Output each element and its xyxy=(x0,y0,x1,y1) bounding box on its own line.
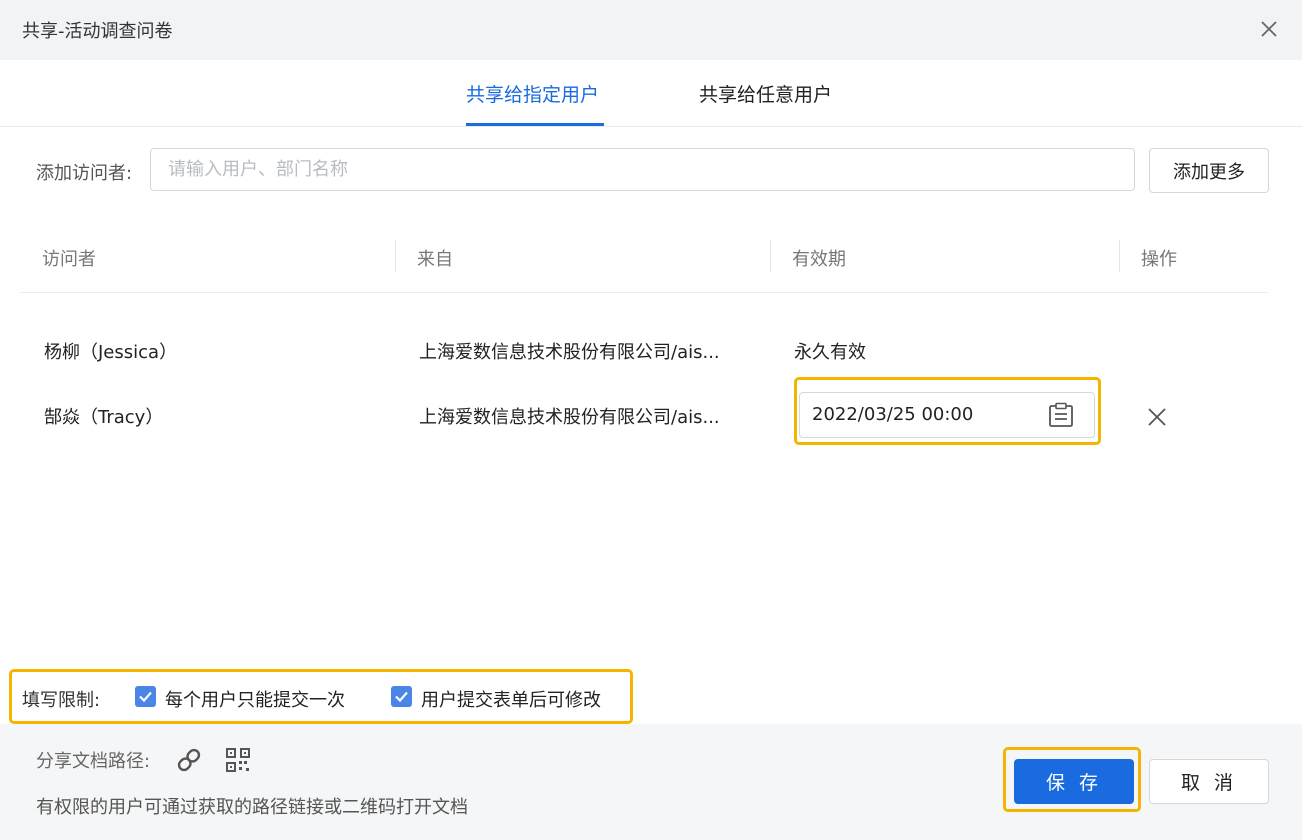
visitor-from: 上海爱数信息技术股份有限公司/ais... xyxy=(419,342,720,363)
validity-date-picker[interactable]: 2022/03/25 00:00 xyxy=(799,392,1095,438)
share-path-note: 有权限的用户可通过获取的路径链接或二维码打开文档 xyxy=(36,797,468,818)
cancel-button[interactable]: 取 消 xyxy=(1149,759,1269,804)
visitor-from: 上海爱数信息技术股份有限公司/ais... xyxy=(419,407,720,428)
table-header-divider xyxy=(20,292,1268,293)
column-header-action: 操作 xyxy=(1141,249,1177,270)
validity-date-value: 2022/03/25 00:00 xyxy=(812,404,974,425)
column-header-from: 来自 xyxy=(417,249,453,270)
share-path-label: 分享文档路径: xyxy=(36,751,151,772)
column-divider xyxy=(770,240,771,272)
tab-bar: 共享给指定用户 共享给任意用户 xyxy=(0,60,1302,127)
checkbox-checked-icon xyxy=(395,691,408,703)
remove-icon[interactable] xyxy=(1147,407,1167,427)
link-icon[interactable] xyxy=(175,746,203,774)
column-header-visitor: 访问者 xyxy=(42,249,96,270)
add-visitor-label: 添加访问者: xyxy=(36,163,133,184)
checkbox-checked-icon xyxy=(139,691,152,703)
column-divider xyxy=(1119,240,1120,272)
close-icon[interactable] xyxy=(1258,18,1280,40)
column-header-validity: 有效期 xyxy=(792,249,846,270)
allow-edit-label[interactable]: 用户提交表单后可修改 xyxy=(421,686,601,712)
checkbox-allow-edit[interactable] xyxy=(391,686,412,707)
dialog-header: 共享-活动调查问卷 xyxy=(0,0,1302,60)
save-button[interactable]: 保 存 xyxy=(1014,759,1134,804)
column-divider xyxy=(395,240,396,272)
qrcode-icon[interactable] xyxy=(225,747,251,773)
active-tab-indicator xyxy=(466,123,604,126)
checkbox-submit-once[interactable] xyxy=(135,686,156,707)
visitor-search-input[interactable] xyxy=(150,148,1135,191)
tab-any-users[interactable]: 共享给任意用户 xyxy=(699,80,832,107)
validity-text: 永久有效 xyxy=(794,342,866,363)
visitor-name: 郜焱（Tracy） xyxy=(44,407,164,428)
calendar-icon[interactable] xyxy=(1048,402,1074,428)
submit-once-label[interactable]: 每个用户只能提交一次 xyxy=(165,686,345,712)
dialog-title: 共享-活动调查问卷 xyxy=(22,21,173,42)
add-more-button[interactable]: 添加更多 xyxy=(1149,148,1269,193)
tab-specified-users[interactable]: 共享给指定用户 xyxy=(466,80,599,107)
visitor-name: 杨柳（Jessica） xyxy=(44,342,178,363)
restriction-label: 填写限制: xyxy=(22,690,101,711)
